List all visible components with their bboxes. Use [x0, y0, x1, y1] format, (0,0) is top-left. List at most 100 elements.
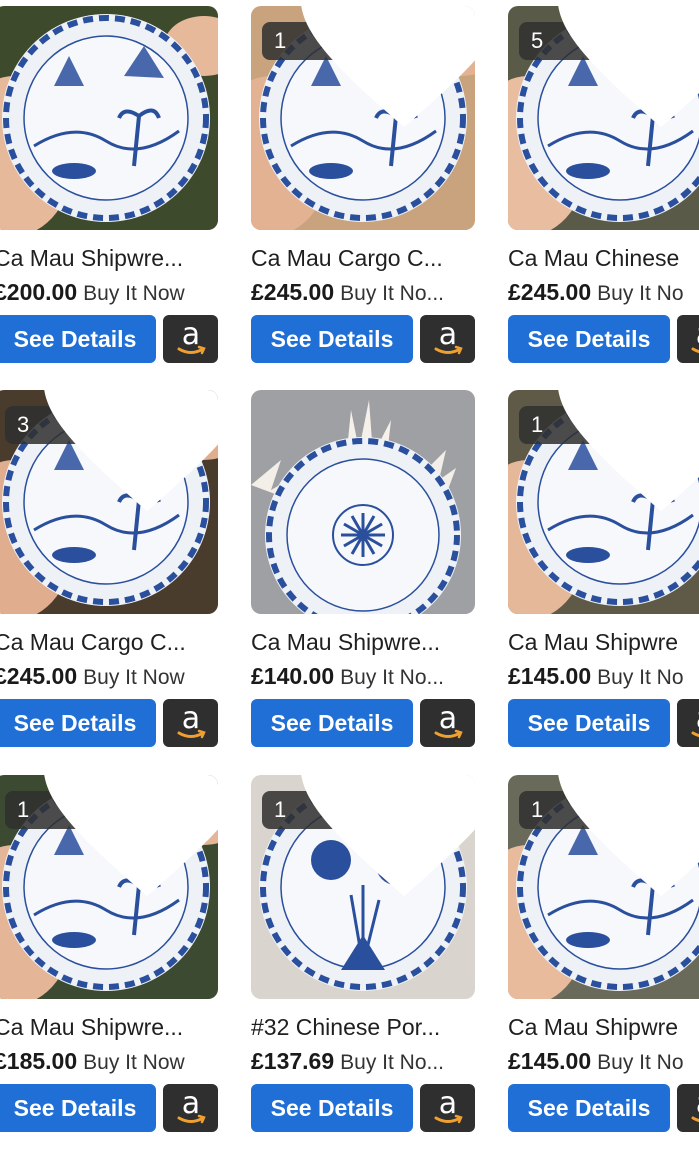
- svg-text:a: a: [695, 320, 699, 352]
- listing-grid: Ca Mau Shipwre... £200.00 Buy It Now See De…: [0, 0, 699, 1080]
- see-details-button[interactable]: See Details: [0, 1084, 156, 1132]
- price-line: £200.00 Buy It Now: [0, 278, 218, 308]
- listing-image[interactable]: 5: [508, 6, 699, 230]
- boat-shape: [52, 932, 96, 948]
- listing-image[interactable]: 1: [508, 390, 699, 614]
- amazon-button[interactable]: a: [163, 315, 218, 363]
- listing-title[interactable]: Ca Mau Shipwre: [508, 1013, 699, 1041]
- price-line: £245.00Buy It No: [508, 278, 699, 308]
- watch-count-badge[interactable]: 1: [262, 791, 475, 829]
- watch-count: 1: [274, 30, 286, 52]
- boat-shape: [309, 163, 353, 179]
- listing-image[interactable]: 1: [0, 775, 218, 999]
- see-details-button[interactable]: See Details: [251, 315, 413, 363]
- listing-image[interactable]: [0, 6, 218, 230]
- see-details-button[interactable]: See Details: [508, 699, 670, 747]
- watch-count: 5: [531, 30, 543, 52]
- listing-title[interactable]: Ca Mau Cargo C...: [251, 244, 475, 272]
- listing-image[interactable]: 3: [0, 390, 218, 614]
- watch-count: 1: [17, 799, 29, 821]
- svg-text:a: a: [695, 704, 699, 736]
- buy-it-now-label: Buy It Now: [83, 1051, 185, 1074]
- see-details-button[interactable]: See Details: [251, 699, 413, 747]
- amazon-icon: a: [174, 1089, 208, 1127]
- heart-icon: [549, 775, 699, 922]
- buy-it-now-label: Buy It No...: [340, 282, 444, 305]
- listing-title[interactable]: Ca Mau Shipwre...: [0, 1013, 218, 1041]
- amazon-icon: a: [174, 320, 208, 358]
- price-line: £140.00 Buy It No...: [251, 662, 475, 692]
- see-details-button[interactable]: See Details: [508, 1084, 670, 1132]
- listing-card[interactable]: Ca Mau Shipwre... £200.00 Buy It Now See De…: [0, 6, 251, 391]
- listing-card[interactable]: 1 #32 Chinese Por... £137.69 Buy It No... Se…: [251, 775, 508, 1160]
- amazon-icon: a: [174, 704, 208, 742]
- svg-text:a: a: [181, 320, 199, 352]
- listing-price: £185.00: [0, 1048, 77, 1074]
- plate-well: [24, 36, 188, 200]
- heart-icon: [549, 390, 699, 537]
- svg-text:a: a: [695, 1089, 699, 1121]
- listing-price: £140.00: [251, 663, 334, 689]
- listing-price: £245.00: [508, 279, 591, 305]
- amazon-button[interactable]: a: [677, 315, 699, 363]
- listing-card[interactable]: 3Ca Mau Cargo C...£245.00Buy It NowSee D…: [0, 390, 251, 775]
- heart-icon: [35, 390, 218, 537]
- listing-title[interactable]: Ca Mau Shipwre...: [251, 628, 475, 656]
- listing-price: £200.00: [0, 279, 77, 305]
- listing-card[interactable]: 1 Ca Mau Shipwre £145.00Buy It No See Detai…: [508, 775, 699, 1160]
- buy-it-now-label: Buy It Now: [83, 282, 185, 305]
- price-line: £185.00 Buy It Now: [0, 1047, 218, 1077]
- amazon-button[interactable]: a: [420, 1084, 475, 1132]
- listing-title[interactable]: #32 Chinese Por...: [251, 1013, 475, 1041]
- listing-title[interactable]: Ca Mau Cargo C...: [0, 628, 218, 656]
- watch-count-badge[interactable]: 5: [519, 22, 699, 60]
- watch-count: 1: [531, 414, 543, 436]
- listing-card[interactable]: Ca Mau Shipwre... £140.00 Buy It No... See …: [251, 390, 508, 775]
- listing-image[interactable]: 1: [508, 775, 699, 999]
- price-line: £145.00Buy It No: [508, 1047, 699, 1077]
- listing-image[interactable]: 1: [251, 6, 475, 230]
- svg-text:a: a: [438, 320, 456, 352]
- price-line: £145.00Buy It No: [508, 662, 699, 692]
- see-details-button[interactable]: See Details: [0, 315, 156, 363]
- price-line: £137.69 Buy It No...: [251, 1047, 475, 1077]
- price-line: £245.00Buy It No...: [251, 278, 475, 308]
- watch-count-badge[interactable]: 3: [5, 406, 218, 444]
- listing-card[interactable]: 5 Ca Mau Chinese £245.00Buy It No See Detai…: [508, 6, 699, 391]
- amazon-button[interactable]: a: [677, 699, 699, 747]
- listing-title[interactable]: Ca Mau Shipwre...: [0, 244, 218, 272]
- listing-card[interactable]: 1 Ca Mau Shipwre... £185.00 Buy It Now See D…: [0, 775, 251, 1160]
- watch-count-badge[interactable]: 1: [5, 791, 218, 829]
- watch-count-badge[interactable]: 1: [519, 791, 699, 829]
- listing-card[interactable]: 1 Ca Mau Shipwre £145.00Buy It No See Detai…: [508, 390, 699, 775]
- see-details-button[interactable]: See Details: [251, 1084, 413, 1132]
- watch-count-badge[interactable]: 1: [519, 406, 699, 444]
- buy-it-now-label: Buy It No...: [340, 666, 444, 689]
- see-details-button[interactable]: See Details: [0, 699, 156, 747]
- amazon-button[interactable]: a: [420, 315, 475, 363]
- listing-image[interactable]: [251, 390, 475, 614]
- amazon-button[interactable]: a: [163, 1084, 218, 1132]
- heart-icon: [292, 775, 475, 922]
- listing-title[interactable]: Ca Mau Shipwre: [508, 628, 699, 656]
- watch-count-badge[interactable]: 1: [262, 22, 475, 60]
- listing-price: £245.00: [0, 663, 77, 689]
- heart-icon: [35, 775, 218, 922]
- listing-price: £145.00: [508, 663, 591, 689]
- amazon-button[interactable]: a: [163, 699, 218, 747]
- svg-text:a: a: [438, 704, 456, 736]
- amazon-icon: a: [688, 320, 699, 358]
- listing-price: £145.00: [508, 1048, 591, 1074]
- buy-it-now-label: Buy It No...: [340, 1051, 444, 1074]
- svg-text:a: a: [181, 704, 199, 736]
- amazon-icon: a: [431, 704, 465, 742]
- listing-price: £137.69: [251, 1048, 334, 1074]
- listing-image[interactable]: 1: [251, 775, 475, 999]
- listing-title[interactable]: Ca Mau Chinese: [508, 244, 699, 272]
- see-details-button[interactable]: See Details: [508, 315, 670, 363]
- amazon-button[interactable]: a: [677, 1084, 699, 1132]
- heart-icon: [549, 6, 699, 153]
- listing-card[interactable]: 1 Ca Mau Cargo C... £245.00Buy It No... See…: [251, 6, 508, 391]
- boat-shape: [52, 163, 96, 179]
- amazon-button[interactable]: a: [420, 699, 475, 747]
